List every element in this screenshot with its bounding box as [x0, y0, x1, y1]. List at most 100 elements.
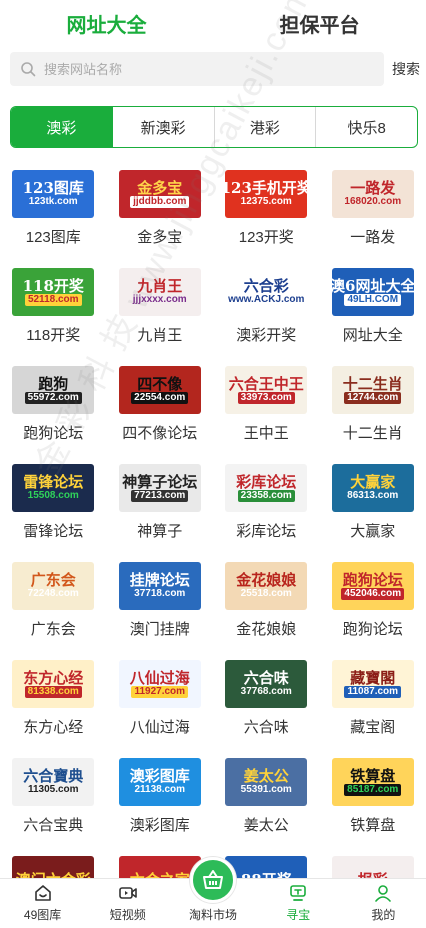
site-label: 大赢家: [350, 523, 396, 540]
site-logo[interactable]: 一路发 168020.com: [331, 170, 414, 218]
center-bubble[interactable]: [190, 857, 236, 903]
site-logo-url: 37718.com: [134, 588, 186, 600]
tab-guarantee-platform[interactable]: 担保平台: [213, 0, 426, 46]
site-logo-text: 跑狗论坛: [342, 570, 403, 589]
site-logo-url: 11087.com: [344, 686, 402, 699]
site-item[interactable]: 彩库论坛 23358.com 彩库论坛: [213, 464, 320, 552]
site-logo-text: 雷锋论坛: [23, 472, 84, 491]
site-logo[interactable]: 123手机开奖 12375.com: [225, 170, 308, 218]
site-item[interactable]: 跑狗论坛 452046.com 跑狗论坛: [320, 562, 426, 650]
site-item[interactable]: 姜太公 55391.com 姜太公: [213, 758, 320, 846]
site-logo-url: 11927.com: [131, 686, 189, 699]
site-logo-url: 22554.com: [131, 392, 189, 405]
site-item[interactable]: 123图库 123tk.com 123图库: [0, 170, 107, 258]
site-label: 六合宝典: [23, 817, 84, 834]
site-logo[interactable]: 金花娘娘 25518.com: [225, 562, 308, 610]
site-item[interactable]: 四不像 22554.com 四不像论坛: [107, 366, 214, 454]
site-logo-text: 六合寶典: [23, 766, 84, 785]
site-logo-url: 11305.com: [27, 784, 79, 796]
site-item[interactable]: 十二生肖 12744.com 十二生肖: [320, 366, 426, 454]
site-logo[interactable]: 六合寶典 11305.com: [12, 758, 95, 806]
site-item[interactable]: 金多宝 jjddbb.com 金多宝: [107, 170, 214, 258]
site-item[interactable]: 广东会 72248.com 广东会: [0, 562, 107, 650]
tab-macau-lottery[interactable]: 澳彩: [11, 107, 113, 147]
site-logo-text: 藏寶閣: [350, 668, 396, 687]
site-logo[interactable]: 雷锋论坛 15508.com: [12, 464, 95, 512]
site-item[interactable]: 神算子论坛 77213.com 神算子: [107, 464, 214, 552]
search-box[interactable]: [10, 52, 384, 86]
site-logo[interactable]: 六合彩 www.ACKJ.com: [225, 268, 308, 316]
site-logo-text: 118开奖: [22, 276, 84, 295]
site-item[interactable]: 123手机开奖 12375.com 123开奖: [213, 170, 320, 258]
site-logo[interactable]: 姜太公 55391.com: [225, 758, 308, 806]
site-logo[interactable]: 六合王中王 33973.com: [225, 366, 308, 414]
site-label: 澳门挂牌: [129, 621, 190, 638]
site-logo[interactable]: 六合味 37768.com: [225, 660, 308, 708]
site-logo-url: 85187.com: [344, 784, 402, 797]
nav-me[interactable]: 我的: [341, 879, 426, 928]
site-label: 金多宝: [137, 229, 183, 246]
site-item[interactable]: 澳6网址大全 49LH.COM 网址大全: [320, 268, 426, 356]
site-logo[interactable]: 123图库 123tk.com: [12, 170, 95, 218]
site-logo[interactable]: 九肖王 jjjxxxx.com: [118, 268, 201, 316]
site-item[interactable]: 六合味 37768.com 六合味: [213, 660, 320, 748]
site-logo[interactable]: 跑狗 55972.com: [12, 366, 95, 414]
site-label: 九肖王: [137, 327, 183, 344]
site-label: 跑狗论坛: [342, 621, 403, 638]
search-input[interactable]: [44, 61, 344, 77]
tab-site-directory[interactable]: 网址大全: [0, 0, 213, 46]
site-logo[interactable]: 广东会 72248.com: [12, 562, 95, 610]
site-label: 四不像论坛: [122, 425, 198, 442]
site-logo[interactable]: 铁算盘 85187.com: [331, 758, 414, 806]
site-logo-url: 123tk.com: [28, 196, 78, 208]
nav-label: 淘料市场: [189, 908, 238, 922]
site-logo[interactable]: 彩库论坛 23358.com: [225, 464, 308, 512]
site-logo-url: www.ACKJ.com: [228, 294, 305, 306]
nav-49-gallery[interactable]: 49图库: [0, 879, 85, 928]
site-item[interactable]: 铁算盘 85187.com 铁算盘: [320, 758, 426, 846]
site-logo-text: 金花娘娘: [236, 570, 297, 589]
site-item[interactable]: 六合彩 www.ACKJ.com 澳彩开奖: [213, 268, 320, 356]
site-label: 铁算盘: [350, 817, 396, 834]
site-logo[interactable]: 跑狗论坛 452046.com: [331, 562, 414, 610]
site-label: 雷锋论坛: [23, 523, 84, 540]
site-item[interactable]: 六合王中王 33973.com 王中王: [213, 366, 320, 454]
site-logo[interactable]: 118开奖 52118.com: [12, 268, 95, 316]
site-label: 十二生肖: [342, 425, 403, 442]
nav-short-video[interactable]: 短视频: [85, 879, 170, 928]
site-item[interactable]: 跑狗 55972.com 跑狗论坛: [0, 366, 107, 454]
site-logo[interactable]: 大赢家 86313.com: [331, 464, 414, 512]
search-button[interactable]: 搜索: [392, 59, 420, 79]
site-item[interactable]: 九肖王 jjjxxxx.com 九肖王: [107, 268, 214, 356]
site-logo[interactable]: 金多宝 jjddbb.com: [118, 170, 201, 218]
nav-treasure-hunt[interactable]: 寻宝: [256, 879, 341, 928]
site-logo[interactable]: 挂牌论坛 37718.com: [118, 562, 201, 610]
site-logo[interactable]: 东方心经 81338.com: [12, 660, 95, 708]
site-logo[interactable]: 四不像 22554.com: [118, 366, 201, 414]
tab-new-macau-lottery[interactable]: 新澳彩: [113, 107, 215, 147]
site-logo-url: 72248.com: [27, 588, 79, 600]
site-item[interactable]: 六合寶典 11305.com 六合宝典: [0, 758, 107, 846]
site-item[interactable]: 挂牌论坛 37718.com 澳门挂牌: [107, 562, 214, 650]
site-label: 藏宝阁: [350, 719, 396, 736]
nav-label: 我的: [371, 908, 396, 922]
site-item[interactable]: 金花娘娘 25518.com 金花娘娘: [213, 562, 320, 650]
site-logo[interactable]: 藏寶閣 11087.com: [331, 660, 414, 708]
site-item[interactable]: 澳彩图库 21138.com 澳彩图库: [107, 758, 214, 846]
tab-hk-lottery[interactable]: 港彩: [215, 107, 317, 147]
site-item[interactable]: 118开奖 52118.com 118开奖: [0, 268, 107, 356]
site-logo[interactable]: 八仙过海 11927.com: [118, 660, 201, 708]
site-item[interactable]: 一路发 168020.com 一路发: [320, 170, 426, 258]
site-item[interactable]: 东方心经 81338.com 东方心经: [0, 660, 107, 748]
site-logo[interactable]: 神算子论坛 77213.com: [118, 464, 201, 512]
site-logo[interactable]: 澳6网址大全 49LH.COM: [331, 268, 414, 316]
site-item[interactable]: 雷锋论坛 15508.com 雷锋论坛: [0, 464, 107, 552]
nav-market[interactable]: 淘料市场: [170, 857, 255, 928]
site-item[interactable]: 八仙过海 11927.com 八仙过海: [107, 660, 214, 748]
site-logo-text: 大赢家: [350, 472, 396, 491]
site-item[interactable]: 藏寶閣 11087.com 藏宝阁: [320, 660, 426, 748]
site-logo[interactable]: 澳彩图库 21138.com: [118, 758, 201, 806]
site-logo[interactable]: 十二生肖 12744.com: [331, 366, 414, 414]
site-item[interactable]: 大赢家 86313.com 大赢家: [320, 464, 426, 552]
tab-happy-8[interactable]: 快乐8: [316, 107, 417, 147]
